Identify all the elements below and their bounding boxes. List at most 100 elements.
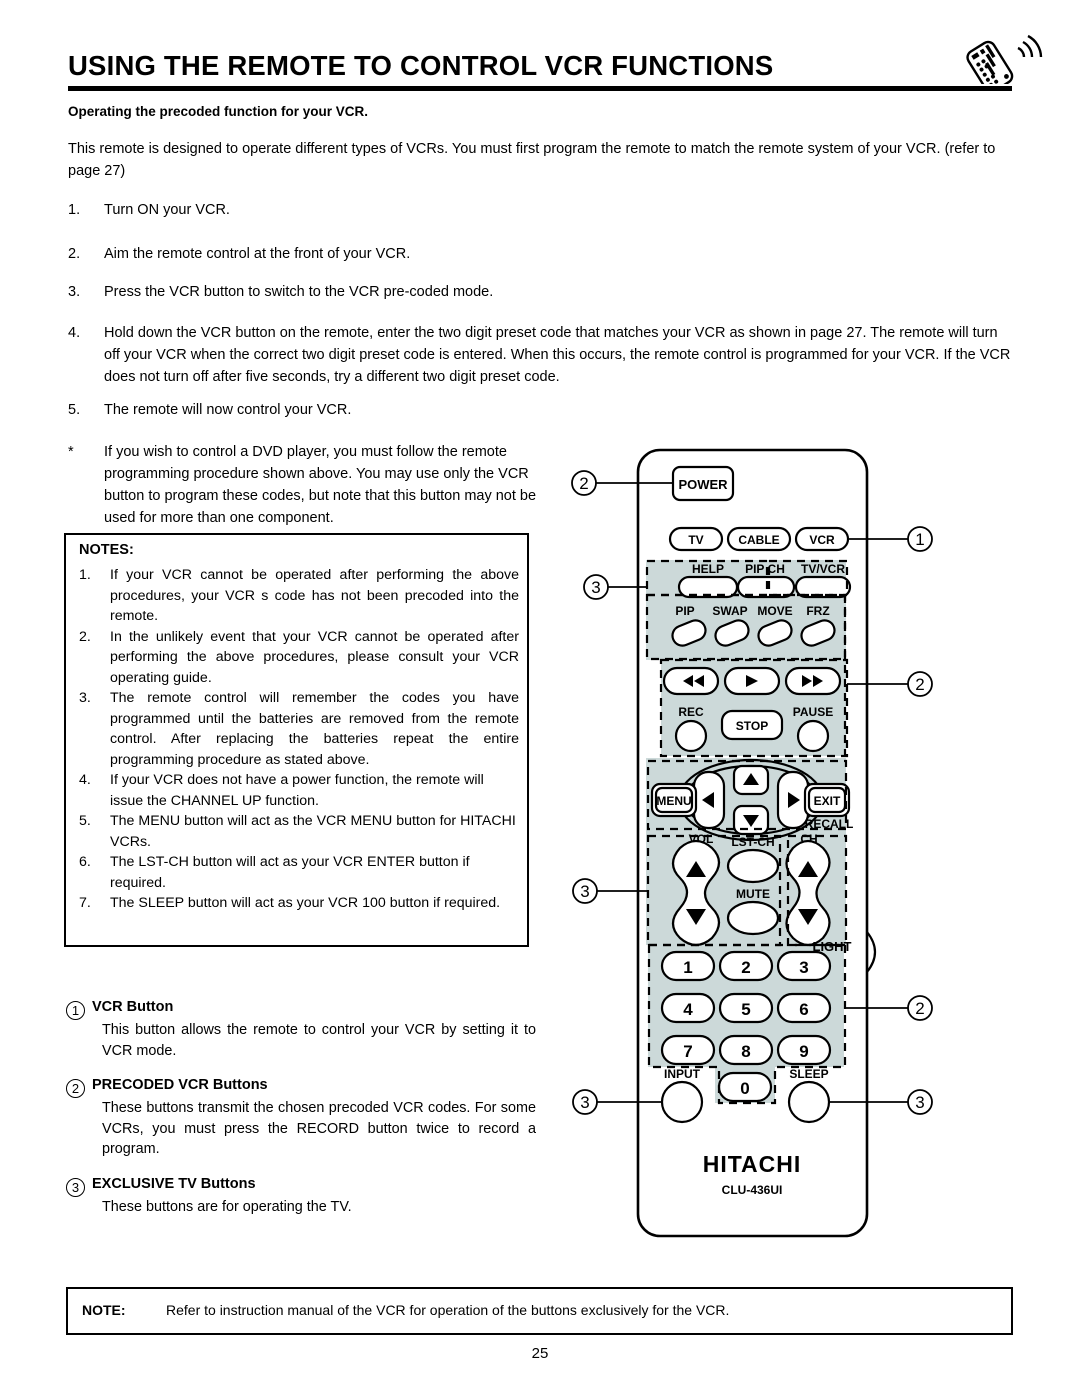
note-item: 1. If your VCR cannot be operated after …: [79, 565, 519, 627]
note-number: 1.: [79, 567, 91, 583]
key-7: 7: [660, 1034, 716, 1066]
legend-item: 3 EXCLUSIVE TV Buttons These buttons are …: [66, 1175, 536, 1218]
note-item: 2. In the unlikely event that your VCR c…: [79, 627, 519, 689]
legend-item: 2 PRECODED VCR Buttons These buttons tran…: [66, 1076, 536, 1160]
svg-text:6: 6: [799, 1000, 808, 1019]
hitachi-brand: HITACHI: [703, 1151, 802, 1177]
intro-paragraph: This remote is designed to operate diffe…: [68, 141, 996, 179]
nav-down-button: [732, 804, 770, 836]
step-number: 1.: [68, 202, 81, 218]
rewind-button: [662, 666, 720, 696]
cable-button: CABLE: [726, 526, 792, 552]
step-item: 1. Turn ON your VCR.: [68, 199, 568, 221]
notes-heading: NOTES:: [79, 542, 134, 558]
step-text: Hold down the VCR button on the remote, …: [104, 325, 1011, 385]
step-number: 5.: [68, 402, 81, 418]
note-item: 3. The remote control will remember the …: [79, 688, 519, 770]
svg-text:POWER: POWER: [678, 477, 728, 492]
svg-text:VCR: VCR: [809, 533, 835, 547]
note-text: The MENU button will act as the VCR MENU…: [110, 813, 516, 850]
model-number: CLU-436UI: [722, 1183, 783, 1197]
svg-text:TV: TV: [688, 533, 703, 547]
svg-text:3: 3: [915, 1093, 924, 1112]
sleep-button: [787, 1080, 831, 1124]
remote-control-signal-icon: [950, 26, 1046, 93]
vcr-button: VCR: [794, 526, 850, 552]
svg-text:9: 9: [799, 1042, 808, 1061]
step-number: 2.: [68, 246, 81, 262]
key-0: 0: [717, 1071, 773, 1103]
legend-body: These buttons transmit the chosen precod…: [102, 1100, 536, 1157]
svg-text:PIP: PIP: [675, 604, 694, 618]
note-item: 5. The MENU button will act as the VCR M…: [79, 811, 519, 852]
note-number: 4.: [79, 772, 91, 788]
key-9: 9: [776, 1034, 832, 1066]
lst-ch-button: [726, 848, 780, 884]
svg-text:0: 0: [740, 1079, 749, 1098]
stop-button: STOP: [720, 709, 784, 741]
legend-marker-3: 3: [66, 1177, 85, 1197]
exit-button: EXIT: [803, 782, 851, 818]
svg-text:3: 3: [799, 958, 808, 977]
note-number: 3.: [79, 690, 91, 706]
step-number: 3.: [68, 284, 81, 300]
legend-body: This button allows the remote to control…: [102, 1022, 536, 1059]
key-3: 3: [776, 950, 832, 982]
svg-text:MENU: MENU: [656, 794, 691, 808]
rec-label: REC: [678, 705, 704, 719]
rec-button: [674, 719, 708, 753]
input-button: [660, 1080, 704, 1124]
page-title: USING THE REMOTE TO CONTROL VCR FUNCTION…: [68, 50, 774, 81]
callout-legend: 1 VCR Button This button allows the remot…: [66, 998, 536, 1232]
section-subtitle: Operating the precoded function for your…: [68, 104, 369, 119]
sleep-label: SLEEP: [789, 1067, 828, 1081]
svg-text:2: 2: [741, 958, 750, 977]
play-button: [723, 666, 781, 696]
power-button: POWER: [671, 465, 735, 502]
note-text: The LST-CH button will act as your VCR E…: [110, 854, 470, 891]
svg-text:2: 2: [579, 474, 588, 493]
legend-title: EXCLUSIVE TV Buttons: [92, 1175, 256, 1192]
pause-button: [796, 719, 830, 753]
mute-label: MUTE: [736, 887, 770, 901]
step-item: 2. Aim the remote control at the front o…: [68, 243, 668, 265]
step-item-footnote: * If you wish to control a DVD player, y…: [68, 441, 568, 529]
note-number: 5.: [79, 813, 91, 829]
svg-text:TV/VCR: TV/VCR: [801, 562, 845, 576]
nav-up-button: [732, 764, 770, 796]
svg-text:STOP: STOP: [736, 719, 768, 733]
title-underline-rule: [68, 86, 1012, 91]
note-number: 2.: [79, 628, 91, 645]
note-item: 6. The LST-CH button will act as your VC…: [79, 852, 519, 893]
svg-text:PIP CH: PIP CH: [745, 562, 785, 576]
input-label: INPUT: [664, 1067, 701, 1081]
svg-text:CABLE: CABLE: [738, 533, 779, 547]
step-text: The remote will now control your VCR.: [104, 402, 352, 418]
step-item: 4. Hold down the VCR button on the remot…: [68, 322, 1014, 388]
svg-text:3: 3: [580, 882, 589, 901]
key-4: 4: [660, 992, 716, 1024]
step-number: *: [68, 444, 74, 460]
nav-right-button: [776, 770, 810, 830]
fast-forward-button: [784, 666, 842, 696]
svg-text:MOVE: MOVE: [757, 604, 792, 618]
note-text: The remote control will remember the cod…: [110, 690, 519, 768]
note-number: 7.: [79, 895, 91, 911]
bottom-note-text: Refer to instruction manual of the VCR f…: [166, 1302, 730, 1318]
legend-item: 1 VCR Button This button allows the remot…: [66, 998, 536, 1061]
legend-title: PRECODED VCR Buttons: [92, 1077, 268, 1093]
manual-page: USING THE REMOTE TO CONTROL VCR FUNCTION…: [0, 0, 1080, 1397]
svg-text:2: 2: [915, 999, 924, 1018]
mute-button: [726, 900, 780, 936]
legend-marker-1: 1: [66, 1001, 85, 1020]
svg-text:3: 3: [580, 1093, 589, 1112]
note-item: 4. If your VCR does not have a power fun…: [79, 770, 519, 811]
step-text: Aim the remote control at the front of y…: [104, 246, 411, 262]
pause-label: PAUSE: [793, 705, 833, 719]
svg-text:1: 1: [683, 958, 692, 977]
note-item: 7. The SLEEP button will act as your VCR…: [79, 893, 519, 914]
legend-title: VCR Button: [92, 999, 174, 1015]
key-1: 1: [660, 950, 716, 982]
svg-text:1: 1: [915, 530, 924, 549]
note-text: If your VCR does not have a power functi…: [110, 772, 484, 809]
